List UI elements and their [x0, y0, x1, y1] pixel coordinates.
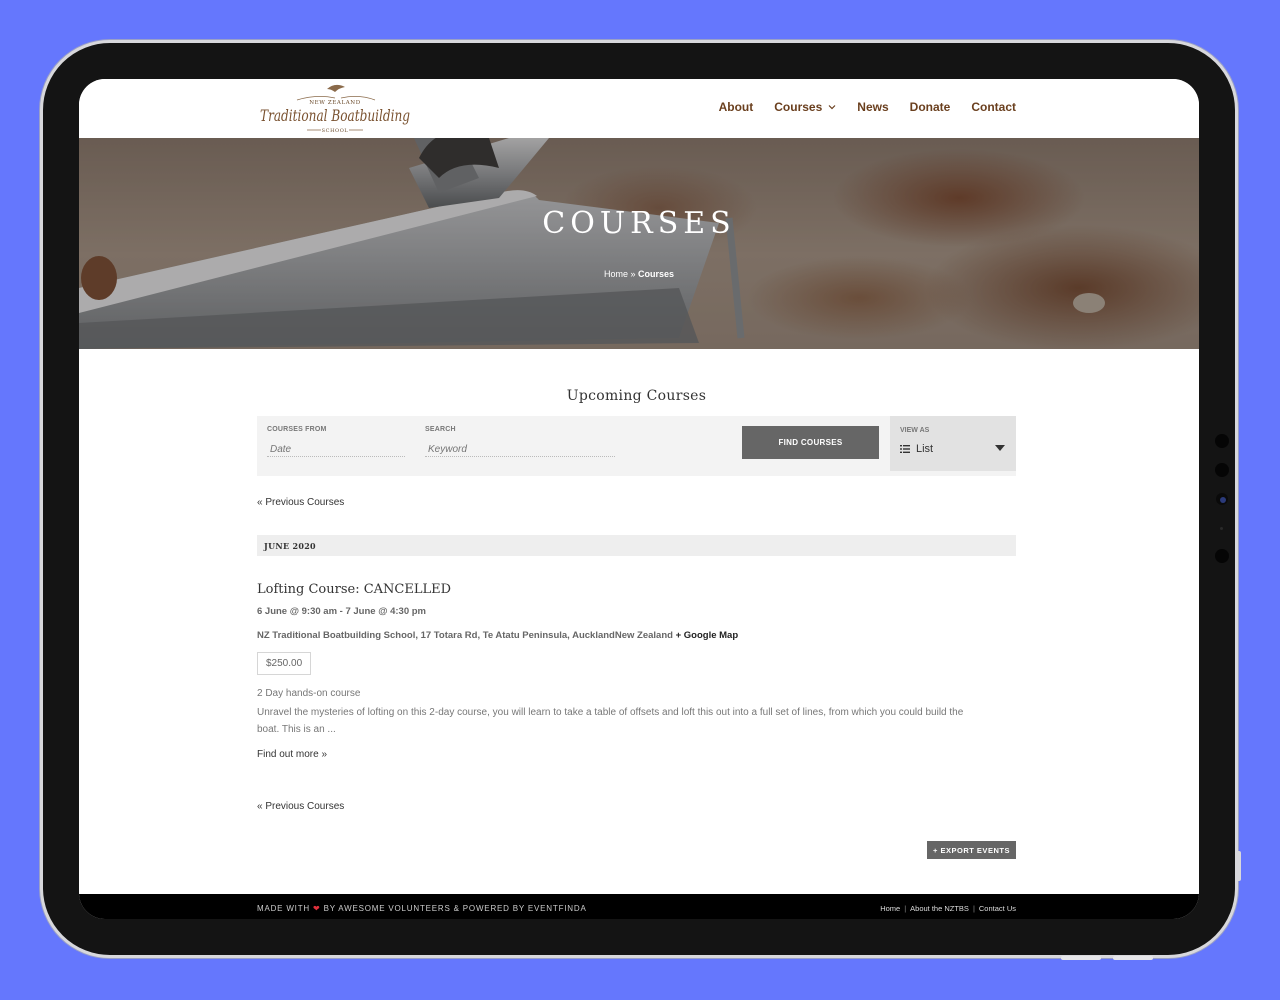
view-as-select[interactable]: VIEW AS List [890, 416, 1016, 471]
nav-courses-label: Courses [774, 100, 823, 114]
list-icon [900, 445, 910, 453]
keyword-input[interactable] [425, 442, 615, 457]
page-title: COURSES [542, 206, 736, 241]
courses-from-label: COURSES FROM [267, 426, 327, 433]
chevron-down-icon [828, 105, 836, 110]
tablet-sensor [1215, 434, 1229, 448]
footer-links: Home | About the NZTBS | Contact Us [880, 904, 1016, 913]
footer-divider: | [904, 904, 907, 913]
nav-donate-label: Donate [909, 100, 951, 114]
site-header: NEW ZEALAND Traditional Boatbuilding SCH… [79, 79, 1199, 138]
footer-by: BY AWESOME VOLUNTEERS & POWERED BY EVENT… [323, 904, 587, 913]
logo-bottom-text: SCHOOL [322, 128, 349, 134]
previous-courses-link[interactable]: « Previous Courses [257, 497, 344, 508]
caret-down-icon [995, 445, 1005, 451]
breadcrumb: Home » Courses [79, 269, 1199, 279]
search-field: SEARCH [425, 426, 615, 457]
main-content: Upcoming Courses COURSES FROM SEARCH FIN… [257, 349, 1016, 859]
month-separator: JUNE 2020 [257, 535, 1016, 556]
event-description: Unravel the mysteries of lofting on this… [257, 707, 964, 735]
view-as-value: List [900, 443, 933, 455]
search-label: SEARCH [425, 426, 456, 433]
school-logo[interactable]: NEW ZEALAND Traditional Boatbuilding SCH… [257, 81, 413, 135]
logo-main-text: Traditional Boatbuilding [260, 107, 410, 125]
nav-about-label: About [718, 100, 754, 114]
find-out-more-link[interactable]: Find out more » [257, 749, 327, 760]
main-nav: About Courses News Donate Contact [719, 100, 1016, 114]
event-title[interactable]: Lofting Course: CANCELLED [257, 582, 451, 597]
view-as-value-text: List [916, 443, 934, 455]
tablet-sensor-dot [1220, 527, 1223, 530]
footer-divider: | [972, 904, 975, 913]
footer-credits: MADE WITH ❤ BY AWESOME VOLUNTEERS & POWE… [257, 904, 587, 913]
event-venue-text: NZ Traditional Boatbuilding School, 17 T… [257, 630, 673, 641]
logo-top-text: NEW ZEALAND [309, 100, 360, 106]
breadcrumb-current: Courses [638, 269, 675, 279]
nav-news[interactable]: News [857, 100, 888, 114]
event-description-heading: 2 Day hands-on course [257, 688, 361, 699]
hero-overlay [79, 138, 1199, 349]
hero-banner: COURSES Home » Courses [79, 138, 1199, 349]
course-filter-bar: COURSES FROM SEARCH FIND COURSES VIEW AS… [257, 416, 1016, 476]
event-price: $250.00 [257, 652, 312, 675]
tablet-side-button [1236, 851, 1241, 881]
breadcrumb-separator: » [627, 269, 638, 279]
nav-contact-label: Contact [971, 100, 1016, 114]
site-footer: MADE WITH ❤ BY AWESOME VOLUNTEERS & POWE… [79, 894, 1199, 919]
heart-icon: ❤ [313, 904, 321, 913]
footer-link-contact[interactable]: Contact Us [979, 904, 1016, 913]
nav-about[interactable]: About [719, 100, 754, 114]
tablet-bottom-button [1113, 956, 1153, 960]
tablet-sensor [1215, 549, 1229, 563]
courses-from-field: COURSES FROM [267, 426, 405, 457]
tablet-sensor [1215, 463, 1229, 477]
view-as-label: VIEW AS [900, 427, 930, 434]
tablet-bottom-button [1061, 956, 1101, 960]
date-input[interactable] [267, 442, 405, 457]
footer-made-with: MADE WITH [257, 904, 310, 913]
export-events-button[interactable]: + EXPORT EVENTS [927, 841, 1016, 859]
nav-donate[interactable]: Donate [910, 100, 951, 114]
section-title: Upcoming Courses [566, 388, 707, 404]
event-venue: NZ Traditional Boatbuilding School, 17 T… [257, 630, 738, 641]
breadcrumb-home[interactable]: Home [604, 269, 628, 279]
previous-courses-link-bottom[interactable]: « Previous Courses [257, 801, 344, 812]
tablet-camera [1216, 493, 1228, 505]
find-courses-button[interactable]: FIND COURSES [742, 426, 879, 459]
nav-courses[interactable]: Courses [774, 100, 836, 114]
event-date: 6 June @ 9:30 am - 7 June @ 4:30 pm [257, 606, 427, 617]
footer-link-about[interactable]: About the NZTBS [910, 904, 969, 913]
nav-contact[interactable]: Contact [971, 100, 1016, 114]
footer-link-home[interactable]: Home [880, 904, 900, 913]
nav-news-label: News [857, 100, 889, 114]
browser-screen: NEW ZEALAND Traditional Boatbuilding SCH… [79, 79, 1199, 919]
google-map-link[interactable]: + Google Map [676, 630, 739, 641]
